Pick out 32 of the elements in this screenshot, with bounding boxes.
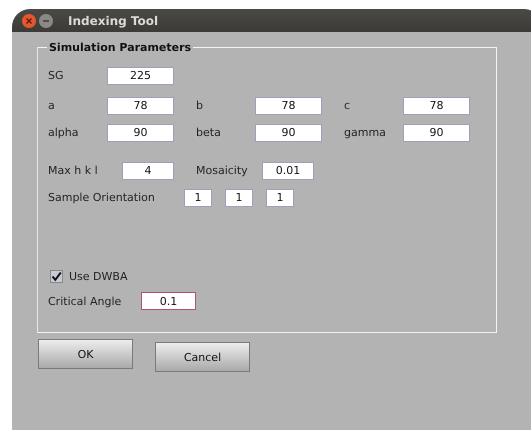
group-title: Simulation Parameters: [48, 41, 192, 54]
input-field[interactable]: 1: [225, 188, 253, 206]
window-title: Indexing Tool: [68, 14, 158, 28]
field-label: Mosaicity: [196, 164, 249, 177]
input-field[interactable]: 0.1: [141, 292, 196, 310]
checkbox-label: Use DWBA: [69, 270, 128, 283]
input-field[interactable]: 90: [403, 124, 470, 142]
checkbox[interactable]: [50, 270, 63, 283]
close-icon[interactable]: [22, 14, 36, 28]
input-field[interactable]: 225: [107, 66, 174, 84]
field-label: gamma: [344, 126, 387, 139]
input-field[interactable]: 1: [266, 188, 294, 206]
input-field[interactable]: 78: [403, 96, 470, 114]
field-label: beta: [196, 126, 222, 139]
input-field[interactable]: 4: [122, 162, 174, 180]
minimize-icon[interactable]: [39, 14, 53, 28]
field-label: Sample Orientation: [48, 191, 156, 204]
dialog-button[interactable]: OK: [38, 339, 133, 369]
dialog-button[interactable]: Cancel: [155, 342, 250, 372]
field-label: b: [196, 99, 204, 112]
input-field[interactable]: 78: [255, 96, 322, 114]
input-field[interactable]: 78: [107, 96, 174, 114]
input-field[interactable]: 90: [107, 124, 174, 142]
field-label: a: [48, 99, 56, 112]
field-label: c: [344, 99, 352, 112]
input-field[interactable]: 1: [184, 188, 212, 206]
input-field[interactable]: 90: [255, 124, 322, 142]
field-label: alpha: [48, 126, 80, 139]
field-label: Critical Angle: [48, 294, 122, 308]
input-field[interactable]: 0.01: [262, 162, 314, 180]
field-label: Max h k l: [48, 164, 99, 177]
field-label: SG: [48, 69, 65, 82]
